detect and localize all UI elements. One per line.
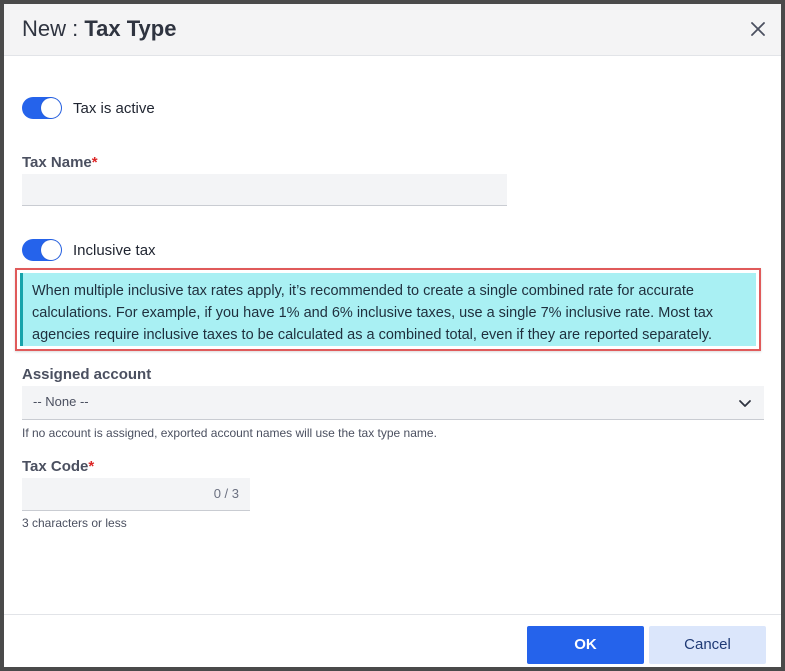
cancel-button[interactable]: Cancel [649, 626, 766, 664]
tax-code-char-counter: 0 / 3 [213, 486, 239, 501]
required-mark: * [88, 458, 95, 475]
assigned-account-value: -- None -- [33, 394, 89, 409]
tax-code-label: Tax Code* [22, 458, 94, 475]
dialog-header: New : Tax Type [4, 4, 781, 56]
inclusive-tax-toggle[interactable] [22, 239, 62, 261]
dialog-title-name: Tax Type [84, 16, 177, 41]
tax-code-help: 3 characters or less [22, 516, 127, 530]
tax-name-input[interactable] [22, 174, 507, 206]
tax-name-label-text: Tax Name [22, 154, 92, 171]
tax-active-toggle[interactable] [22, 97, 62, 119]
tax-type-dialog: New : Tax Type Tax is active Tax Name* I… [4, 4, 781, 667]
tax-code-label-text: Tax Code [22, 458, 89, 475]
chevron-down-icon [739, 400, 751, 407]
dialog-title-prefix: New : [22, 16, 85, 41]
ok-button[interactable]: OK [527, 626, 644, 664]
assigned-account-help: If no account is assigned, exported acco… [22, 426, 437, 440]
toggle-knob [41, 240, 61, 260]
close-icon [751, 22, 765, 36]
dialog-title: New : Tax Type [22, 16, 176, 42]
inclusive-tax-info-message: When multiple inclusive tax rates apply,… [20, 273, 756, 346]
close-button[interactable] [747, 18, 769, 40]
tax-code-input[interactable]: 0 / 3 [22, 478, 250, 511]
assigned-account-select[interactable]: -- None -- [22, 386, 764, 420]
inclusive-tax-row: Inclusive tax [22, 239, 156, 261]
inclusive-tax-label: Inclusive tax [73, 241, 156, 259]
tax-active-label: Tax is active [73, 99, 155, 117]
assigned-account-label: Assigned account [22, 366, 152, 383]
tax-name-label: Tax Name* [22, 154, 98, 171]
tax-active-row: Tax is active [22, 97, 155, 119]
inclusive-tax-info-highlight: When multiple inclusive tax rates apply,… [15, 268, 761, 351]
dialog-footer: OK Cancel [4, 614, 781, 667]
required-mark: * [91, 154, 98, 171]
toggle-knob [41, 98, 61, 118]
